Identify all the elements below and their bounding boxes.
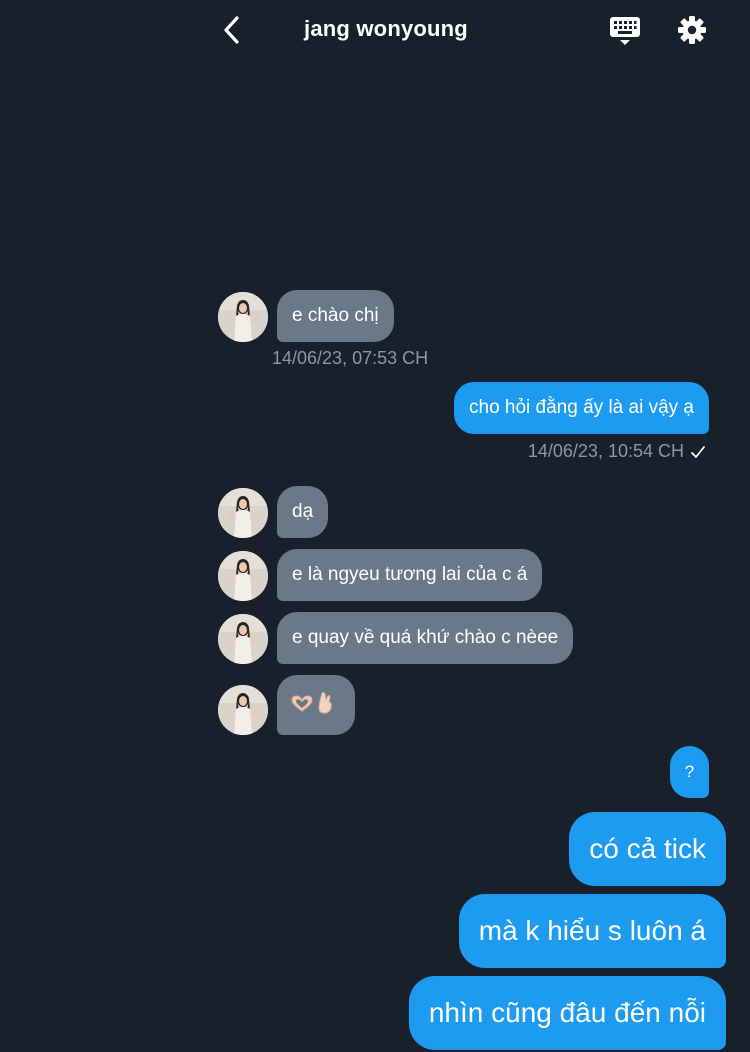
- back-button[interactable]: [216, 12, 248, 48]
- heart-hands-emoji: [291, 695, 313, 712]
- avatar-photo: [218, 551, 268, 601]
- checkmark-icon: [691, 446, 705, 458]
- avatar-photo: [218, 614, 268, 664]
- message-bubble-received[interactable]: e chào chị: [277, 290, 394, 342]
- message-bubble-received[interactable]: dạ: [277, 486, 329, 538]
- message-bubble-sent[interactable]: mà k hiểu s luôn á: [458, 894, 726, 968]
- message-timestamp: 14/06/23, 10:54 CH: [527, 441, 684, 461]
- avatar-photo: [218, 685, 268, 735]
- contact-avatar[interactable]: [218, 551, 268, 601]
- message-bubble-sent[interactable]: có cả tick: [569, 812, 726, 886]
- message-bubble-received[interactable]: e là ngyeu tương lai của c á: [277, 549, 543, 601]
- message-bubble-sent[interactable]: ?: [670, 746, 709, 798]
- message-bubble-received[interactable]: e quay về quá khứ chào c nèee: [277, 612, 574, 664]
- message-timestamp: 14/06/23, 07:53 CH: [272, 348, 429, 368]
- message-bubble-sent[interactable]: nhìn cũng đâu đến nỗi: [408, 976, 726, 1050]
- keyboard-button[interactable]: [608, 14, 642, 48]
- contact-avatar[interactable]: [218, 685, 268, 735]
- settings-button[interactable]: [675, 13, 709, 47]
- contact-avatar[interactable]: [218, 292, 268, 342]
- conversation-title: jang wonyoung: [304, 16, 468, 41]
- gear-icon: [678, 16, 706, 44]
- crossed-fingers-emoji: [318, 692, 332, 714]
- message-bubble-sent[interactable]: cho hỏi đằng ấy là ai vậy ạ: [454, 382, 709, 434]
- avatar-photo: [218, 292, 268, 342]
- conversation-header: jang wonyoung: [0, 0, 750, 62]
- chevron-left-icon: [224, 16, 239, 44]
- keyboard-icon: [610, 17, 640, 45]
- avatar-photo: [218, 488, 268, 538]
- contact-avatar[interactable]: [218, 614, 268, 664]
- message-bubble-received-emoji[interactable]: [277, 675, 355, 735]
- contact-avatar[interactable]: [218, 488, 268, 538]
